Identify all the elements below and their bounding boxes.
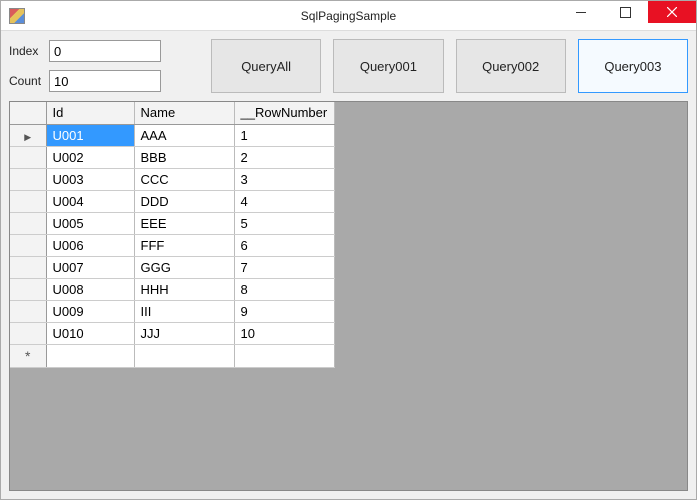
titlebar: SqlPagingSample bbox=[1, 1, 696, 31]
cell-name[interactable]: III bbox=[134, 300, 234, 322]
cell-id[interactable]: U003 bbox=[46, 168, 134, 190]
cell-name[interactable]: AAA bbox=[134, 124, 234, 146]
cell-id[interactable]: U007 bbox=[46, 256, 134, 278]
cell-name[interactable]: JJJ bbox=[134, 322, 234, 344]
data-grid[interactable]: Id Name __RowNumber U001AAA1U002BBB2U003… bbox=[9, 101, 688, 491]
cell-name[interactable]: HHH bbox=[134, 278, 234, 300]
table-row[interactable]: U002BBB2 bbox=[10, 146, 334, 168]
cell-id[interactable]: U002 bbox=[46, 146, 134, 168]
cell-id[interactable] bbox=[46, 344, 134, 367]
table-row[interactable]: U006FFF6 bbox=[10, 234, 334, 256]
minimize-button[interactable] bbox=[558, 1, 603, 23]
cell-name[interactable]: GGG bbox=[134, 256, 234, 278]
cell-rownumber[interactable]: 2 bbox=[234, 146, 334, 168]
cell-rownumber[interactable]: 9 bbox=[234, 300, 334, 322]
table-row[interactable]: U008HHH8 bbox=[10, 278, 334, 300]
cell-rownumber[interactable]: 4 bbox=[234, 190, 334, 212]
cell-id[interactable]: U004 bbox=[46, 190, 134, 212]
column-header-name[interactable]: Name bbox=[134, 102, 234, 124]
row-header[interactable] bbox=[10, 212, 46, 234]
cell-id[interactable]: U008 bbox=[46, 278, 134, 300]
cell-rownumber[interactable]: 6 bbox=[234, 234, 334, 256]
index-label: Index bbox=[9, 44, 41, 58]
cell-rownumber[interactable]: 3 bbox=[234, 168, 334, 190]
cell-name[interactable]: BBB bbox=[134, 146, 234, 168]
cell-rownumber[interactable]: 1 bbox=[234, 124, 334, 146]
cell-name[interactable]: FFF bbox=[134, 234, 234, 256]
client-area: Index Count QueryAll Query001 Query002 Q… bbox=[1, 31, 696, 499]
maximize-button[interactable] bbox=[603, 1, 648, 23]
close-button[interactable] bbox=[648, 1, 696, 23]
count-label: Count bbox=[9, 74, 41, 88]
row-header[interactable] bbox=[10, 234, 46, 256]
table-row[interactable]: U009III9 bbox=[10, 300, 334, 322]
row-header[interactable] bbox=[10, 190, 46, 212]
index-input[interactable] bbox=[49, 40, 161, 62]
cell-name[interactable]: EEE bbox=[134, 212, 234, 234]
cell-id[interactable]: U001 bbox=[46, 124, 134, 146]
cell-rownumber[interactable] bbox=[234, 344, 334, 367]
table-row[interactable]: U005EEE5 bbox=[10, 212, 334, 234]
query-002-button[interactable]: Query002 bbox=[456, 39, 566, 93]
cell-id[interactable]: U009 bbox=[46, 300, 134, 322]
cell-name[interactable]: DDD bbox=[134, 190, 234, 212]
cell-rownumber[interactable]: 8 bbox=[234, 278, 334, 300]
row-header[interactable] bbox=[10, 168, 46, 190]
new-row[interactable] bbox=[10, 344, 334, 367]
cell-rownumber[interactable]: 5 bbox=[234, 212, 334, 234]
cell-name[interactable]: CCC bbox=[134, 168, 234, 190]
button-panel: QueryAll Query001 Query002 Query003 bbox=[211, 39, 688, 93]
query-003-button[interactable]: Query003 bbox=[578, 39, 688, 93]
row-header-corner[interactable] bbox=[10, 102, 46, 124]
column-header-rownumber[interactable]: __RowNumber bbox=[234, 102, 334, 124]
query-all-button[interactable]: QueryAll bbox=[211, 39, 321, 93]
query-001-button[interactable]: Query001 bbox=[333, 39, 443, 93]
cell-rownumber[interactable]: 7 bbox=[234, 256, 334, 278]
row-header[interactable] bbox=[10, 146, 46, 168]
count-input[interactable] bbox=[49, 70, 161, 92]
cell-rownumber[interactable]: 10 bbox=[234, 322, 334, 344]
input-panel: Index Count bbox=[9, 39, 199, 93]
row-header[interactable] bbox=[10, 344, 46, 367]
column-header-id[interactable]: Id bbox=[46, 102, 134, 124]
row-header[interactable] bbox=[10, 278, 46, 300]
top-row: Index Count QueryAll Query001 Query002 Q… bbox=[9, 39, 688, 93]
app-window: SqlPagingSample Index Count QueryAll Q bbox=[0, 0, 697, 500]
header-row: Id Name __RowNumber bbox=[10, 102, 334, 124]
close-icon bbox=[667, 7, 677, 17]
table-row[interactable]: U004DDD4 bbox=[10, 190, 334, 212]
app-icon bbox=[9, 8, 25, 24]
table-row[interactable]: U003CCC3 bbox=[10, 168, 334, 190]
row-header[interactable] bbox=[10, 300, 46, 322]
table-row[interactable]: U007GGG7 bbox=[10, 256, 334, 278]
window-buttons bbox=[558, 1, 696, 30]
cell-id[interactable]: U006 bbox=[46, 234, 134, 256]
cell-id[interactable]: U005 bbox=[46, 212, 134, 234]
table-row[interactable]: U010JJJ10 bbox=[10, 322, 334, 344]
cell-name[interactable] bbox=[134, 344, 234, 367]
data-grid-table: Id Name __RowNumber U001AAA1U002BBB2U003… bbox=[10, 102, 335, 368]
table-row[interactable]: U001AAA1 bbox=[10, 124, 334, 146]
cell-id[interactable]: U010 bbox=[46, 322, 134, 344]
row-header[interactable] bbox=[10, 322, 46, 344]
row-header[interactable] bbox=[10, 256, 46, 278]
row-header[interactable] bbox=[10, 124, 46, 146]
